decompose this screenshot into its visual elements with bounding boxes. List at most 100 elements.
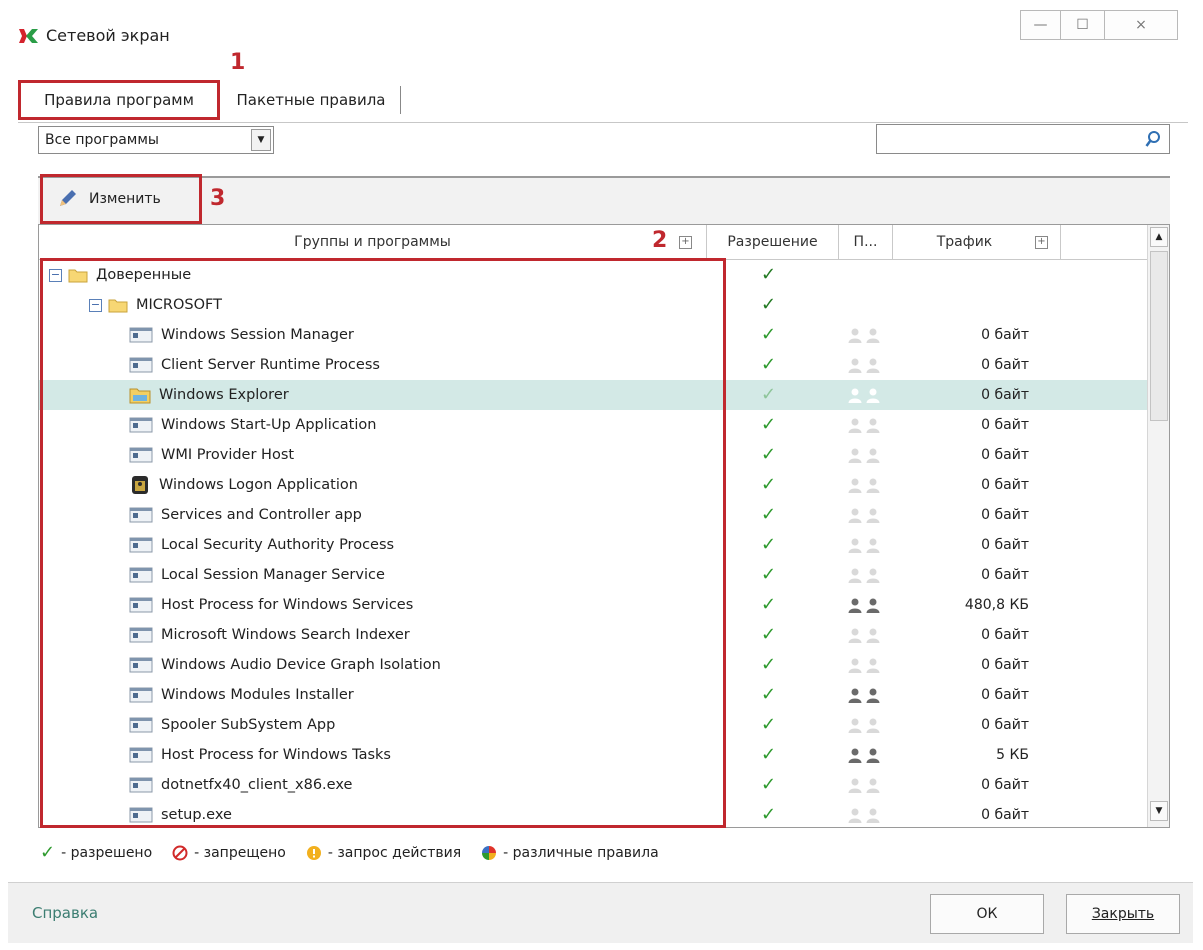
ok-button[interactable]: ОК <box>930 894 1044 934</box>
program-row[interactable]: Host Process for Windows Tasks ✓ 5 КБ <box>39 740 1147 770</box>
program-row[interactable]: Host Process for Windows Services ✓ 480,8 … <box>39 590 1147 620</box>
allow-check-icon[interactable]: ✓ <box>761 294 776 315</box>
row-name-cell: Spooler SubSystem App <box>129 710 335 740</box>
allow-check-icon[interactable]: ✓ <box>761 384 776 405</box>
column-header-permission[interactable]: Разрешение <box>707 225 839 259</box>
program-row[interactable]: Windows Logon Application ✓ 0 байт <box>39 470 1147 500</box>
legend-label-ask: - запрос действия <box>327 844 462 861</box>
maximize-button[interactable]: ☐ <box>1060 10 1104 40</box>
allow-check-icon[interactable]: ✓ <box>761 534 776 555</box>
help-link[interactable]: Справка <box>32 904 98 922</box>
expand-column-icon[interactable]: + <box>679 236 692 249</box>
allow-check-icon[interactable]: ✓ <box>761 474 776 495</box>
allow-check-icon[interactable]: ✓ <box>761 324 776 345</box>
user-icon <box>848 418 862 433</box>
kaspersky-logo-icon <box>19 29 38 43</box>
program-row[interactable]: Windows Audio Device Graph Isolation ✓ 0 б… <box>39 650 1147 680</box>
annotation-3: 3 <box>210 186 226 211</box>
allow-check-icon[interactable]: ✓ <box>761 744 776 765</box>
collapse-icon[interactable]: − <box>89 298 102 312</box>
row-name-text: Host Process for Windows Services <box>161 597 414 613</box>
row-name-cell: Local Session Manager Service <box>129 560 385 590</box>
column-label-users: П... <box>853 234 878 250</box>
user-icon <box>848 358 862 373</box>
collapse-icon[interactable]: − <box>49 268 62 282</box>
row-name-cell: Windows Session Manager <box>129 320 354 350</box>
row-name-cell: Windows Modules Installer <box>129 680 354 710</box>
user-icon <box>848 628 862 643</box>
program-row[interactable]: Windows Modules Installer ✓ 0 байт <box>39 680 1147 710</box>
close-window-button[interactable]: × <box>1104 10 1178 40</box>
logon-app-icon <box>132 476 148 494</box>
traffic-value: 0 байт <box>981 627 1029 643</box>
user-icon <box>866 538 880 553</box>
program-row[interactable]: Windows Explorer ✓ 0 байт <box>39 380 1147 410</box>
application-icon <box>129 597 153 613</box>
program-row[interactable]: Spooler SubSystem App ✓ 0 байт <box>39 710 1147 740</box>
traffic-value: 0 байт <box>981 717 1029 733</box>
program-filter-select[interactable]: Все программы ▼ <box>38 126 274 154</box>
search-input[interactable] <box>876 124 1170 154</box>
users-indicator <box>847 387 881 403</box>
program-row[interactable]: Client Server Runtime Process ✓ 0 байт <box>39 350 1147 380</box>
column-header-programs[interactable]: Группы и программы + <box>39 225 707 259</box>
users-indicator <box>847 747 881 763</box>
allow-check-icon[interactable]: ✓ <box>761 714 776 735</box>
allow-check-icon[interactable]: ✓ <box>761 774 776 795</box>
file-explorer-icon <box>129 388 151 404</box>
application-icon <box>129 747 153 763</box>
program-row[interactable]: WMI Provider Host ✓ 0 байт <box>39 440 1147 470</box>
column-header-traffic[interactable]: Трафик + <box>893 225 1061 259</box>
scroll-up-arrow-icon[interactable]: ▲ <box>1150 227 1168 247</box>
allow-check-icon[interactable]: ✓ <box>761 804 776 825</box>
traffic-value: 0 байт <box>981 387 1029 403</box>
scroll-thumb[interactable] <box>1150 251 1168 421</box>
allow-check-icon[interactable]: ✓ <box>761 624 776 645</box>
search-icon[interactable] <box>1145 130 1161 148</box>
users-indicator <box>847 687 881 703</box>
allow-check-icon[interactable]: ✓ <box>761 564 776 585</box>
tab-packet-rules[interactable]: Пакетные правила <box>222 86 401 114</box>
edit-button[interactable]: Изменить <box>40 174 202 224</box>
user-icon <box>866 718 880 733</box>
allow-check-icon[interactable]: ✓ <box>761 264 776 285</box>
row-name-cell: − Доверенные <box>49 260 191 290</box>
row-name-cell: setup.exe <box>129 800 232 827</box>
program-row[interactable]: dotnetfx40_client_x86.exe ✓ 0 байт <box>39 770 1147 800</box>
tab-program-rules[interactable]: Правила программ <box>18 80 220 120</box>
traffic-value: 0 байт <box>981 327 1029 343</box>
application-icon <box>129 777 153 793</box>
column-header-users[interactable]: П... <box>839 225 893 259</box>
grid-header: Группы и программы + Разрешение П... Тра… <box>39 225 1147 260</box>
expand-column-icon[interactable]: + <box>1035 236 1048 249</box>
program-row[interactable]: Windows Session Manager ✓ 0 байт <box>39 320 1147 350</box>
row-name-text: Windows Audio Device Graph Isolation <box>161 657 441 673</box>
row-name-cell: WMI Provider Host <box>129 440 294 470</box>
allow-check-icon[interactable]: ✓ <box>761 354 776 375</box>
minimize-button[interactable]: — <box>1020 10 1060 40</box>
program-row[interactable]: Services and Controller app ✓ 0 байт <box>39 500 1147 530</box>
program-row[interactable]: Local Security Authority Process ✓ 0 байт <box>39 530 1147 560</box>
program-row[interactable]: Local Session Manager Service ✓ 0 байт <box>39 560 1147 590</box>
user-icon <box>866 388 880 403</box>
scroll-down-arrow-icon[interactable]: ▼ <box>1150 801 1168 821</box>
allow-check-icon[interactable]: ✓ <box>761 414 776 435</box>
program-row[interactable]: Windows Start-Up Application ✓ 0 байт <box>39 410 1147 440</box>
vertical-scrollbar[interactable]: ▲ ▼ <box>1147 225 1169 827</box>
allow-check-icon[interactable]: ✓ <box>761 504 776 525</box>
user-icon <box>848 778 862 793</box>
row-name-text: Host Process for Windows Tasks <box>161 747 391 763</box>
group-row[interactable]: − MICROSOFT ✓ <box>39 290 1147 320</box>
group-row[interactable]: − Доверенные ✓ <box>39 260 1147 290</box>
user-icon <box>848 328 862 343</box>
chevron-down-icon[interactable]: ▼ <box>251 129 271 151</box>
program-row[interactable]: setup.exe ✓ 0 байт <box>39 800 1147 827</box>
allow-check-icon[interactable]: ✓ <box>761 684 776 705</box>
user-icon <box>866 418 880 433</box>
allow-check-icon[interactable]: ✓ <box>761 654 776 675</box>
program-row[interactable]: Microsoft Windows Search Indexer ✓ 0 байт <box>39 620 1147 650</box>
close-button[interactable]: Закрыть <box>1066 894 1180 934</box>
allow-check-icon[interactable]: ✓ <box>761 594 776 615</box>
users-indicator <box>847 567 881 583</box>
allow-check-icon[interactable]: ✓ <box>761 444 776 465</box>
